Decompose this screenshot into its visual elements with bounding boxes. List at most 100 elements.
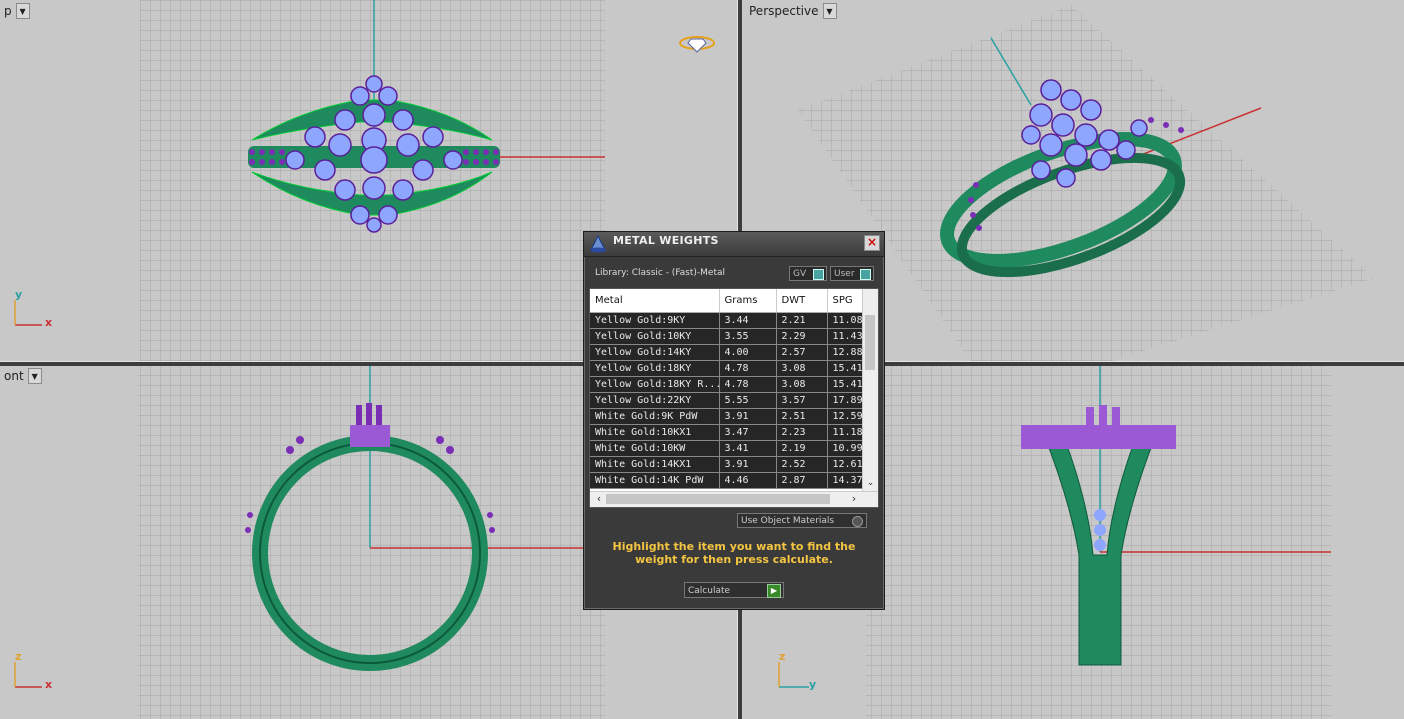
table-cell: Yellow Gold:18KY: [590, 360, 720, 377]
axis-label-x: x: [45, 678, 53, 691]
table-cell: 11.08: [827, 312, 863, 329]
calculate-button[interactable]: Calculate ▶: [684, 582, 784, 598]
dropdown-arrow-icon[interactable]: ▼: [27, 368, 42, 384]
table-row[interactable]: Yellow Gold:14KY 4.00 2.57 12.88: [590, 344, 863, 361]
axis-label-y: y: [15, 288, 23, 301]
axis-label-z: z: [779, 650, 786, 663]
axis-label-z: z: [15, 650, 22, 663]
dropdown-arrow-icon[interactable]: ▼: [15, 3, 30, 19]
column-header[interactable]: SPG: [827, 289, 863, 313]
table-cell: 3.08: [776, 360, 828, 377]
table-row[interactable]: White Gold:14K PdW 4.46 2.87 14.37: [590, 472, 863, 489]
viewport-label[interactable]: ont ▼: [0, 368, 42, 384]
table-cell: 12.59: [827, 408, 863, 425]
chevron-left-icon[interactable]: ‹: [592, 492, 606, 507]
table-cell: 3.41: [719, 440, 777, 457]
dialog-title-bar[interactable]: METAL WEIGHTS ×: [584, 232, 884, 257]
scroll-thumb[interactable]: [865, 315, 875, 370]
table-cell: 3.55: [719, 328, 777, 345]
metal-table[interactable]: Metal Grams DWT SPG Yellow Gold:9KY 3.44 2…: [589, 288, 879, 508]
use-object-materials-label: Use Object Materials: [741, 516, 835, 526]
table-cell: 5.55: [719, 392, 777, 409]
library-label: Library: Classic - (Fast)-Metal: [595, 268, 726, 278]
table-cell: 2.19: [776, 440, 828, 457]
table-cell: Yellow Gold:22KY: [590, 392, 720, 409]
scroll-thumb[interactable]: [606, 494, 830, 504]
table-row[interactable]: Yellow Gold:18KY R... 4.78 3.08 15.41: [590, 376, 863, 393]
table-cell: 2.57: [776, 344, 828, 361]
table-cell: 17.89: [827, 392, 863, 409]
axis-label-x: x: [45, 316, 53, 329]
table-cell: 11.18: [827, 424, 863, 441]
toggle-knob-icon: [860, 269, 871, 280]
table-cell: 3.47: [719, 424, 777, 441]
viewport-label-text: ont: [4, 369, 24, 383]
use-object-materials-toggle[interactable]: Use Object Materials: [737, 513, 867, 528]
table-cell: 3.91: [719, 456, 777, 473]
table-cell: 3.91: [719, 408, 777, 425]
chevron-down-icon[interactable]: ⌄: [863, 478, 878, 491]
table-cell: 11.43: [827, 328, 863, 345]
viewport-label[interactable]: Perspective ▼: [745, 3, 837, 19]
scale-icon: [590, 234, 606, 253]
table-cell: 2.29: [776, 328, 828, 345]
close-icon[interactable]: ×: [864, 235, 880, 251]
table-cell: 4.78: [719, 376, 777, 393]
column-header[interactable]: DWT: [776, 289, 828, 313]
table-cell: White Gold:14K PdW: [590, 472, 720, 489]
table-row[interactable]: Yellow Gold:18KY 4.78 3.08 15.41: [590, 360, 863, 377]
table-cell: White Gold:9K PdW: [590, 408, 720, 425]
table-row[interactable]: White Gold:9K PdW 3.91 2.51 12.59: [590, 408, 863, 425]
horizontal-scrollbar[interactable]: ‹ ›: [590, 491, 878, 507]
user-toggle-label: User: [834, 269, 855, 279]
table-cell: 10.99: [827, 440, 863, 457]
viewport-label-text: p: [4, 4, 12, 18]
dialog-title: METAL WEIGHTS: [613, 234, 719, 247]
toggle-knob-icon: [813, 269, 824, 280]
calculate-label: Calculate: [688, 586, 731, 596]
table-cell: 15.41: [827, 376, 863, 393]
table-cell: White Gold:10KW: [590, 440, 720, 457]
table-row[interactable]: White Gold:10KX1 3.47 2.23 11.18: [590, 424, 863, 441]
table-cell: 2.51: [776, 408, 828, 425]
table-cell: 3.08: [776, 376, 828, 393]
table-cell: Yellow Gold:18KY R...: [590, 376, 720, 393]
table-cell: White Gold:10KX1: [590, 424, 720, 441]
table-row[interactable]: White Gold:10KW 3.41 2.19 10.99: [590, 440, 863, 457]
user-toggle[interactable]: User: [830, 266, 874, 281]
table-row[interactable]: Yellow Gold:10KY 3.55 2.29 11.43: [590, 328, 863, 345]
table-header-row: Metal Grams DWT SPG: [590, 289, 863, 313]
metal-weights-dialog: METAL WEIGHTS × Library: Classic - (Fast…: [583, 231, 885, 610]
gv-toggle-label: GV: [793, 269, 807, 279]
dropdown-arrow-icon[interactable]: ▼: [822, 3, 837, 19]
vertical-scrollbar[interactable]: ⌄: [862, 289, 878, 491]
table-cell: 15.41: [827, 360, 863, 377]
table-cell: 4.46: [719, 472, 777, 489]
column-header[interactable]: Grams: [719, 289, 777, 313]
column-header[interactable]: Metal: [590, 289, 720, 313]
table-cell: 2.21: [776, 312, 828, 329]
table-cell: 2.23: [776, 424, 828, 441]
viewport-label-text: Perspective: [749, 4, 819, 18]
table-row[interactable]: Yellow Gold:9KY 3.44 2.21 11.08: [590, 312, 863, 329]
viewport-label[interactable]: p ▼: [0, 3, 30, 19]
gem-logo-icon: [679, 36, 715, 53]
table-cell: 4.00: [719, 344, 777, 361]
table-cell: Yellow Gold:10KY: [590, 328, 720, 345]
table-cell: 12.88: [827, 344, 863, 361]
table-cell: 4.78: [719, 360, 777, 377]
table-cell: White Gold:14KX1: [590, 456, 720, 473]
instruction-text: Highlight the item you want to find the …: [612, 540, 856, 566]
table-cell: 3.44: [719, 312, 777, 329]
radio-icon: [852, 516, 863, 527]
table-cell: 12.61: [827, 456, 863, 473]
gv-toggle[interactable]: GV: [789, 266, 827, 281]
table-row[interactable]: White Gold:14KX1 3.91 2.52 12.61: [590, 456, 863, 473]
chevron-right-icon[interactable]: ›: [847, 492, 861, 507]
play-icon: ▶: [767, 584, 781, 598]
table-cell: 3.57: [776, 392, 828, 409]
axis-label-y: y: [809, 678, 817, 691]
table-cell: 14.37: [827, 472, 863, 489]
table-row[interactable]: Yellow Gold:22KY 5.55 3.57 17.89: [590, 392, 863, 409]
table-cell: Yellow Gold:9KY: [590, 312, 720, 329]
